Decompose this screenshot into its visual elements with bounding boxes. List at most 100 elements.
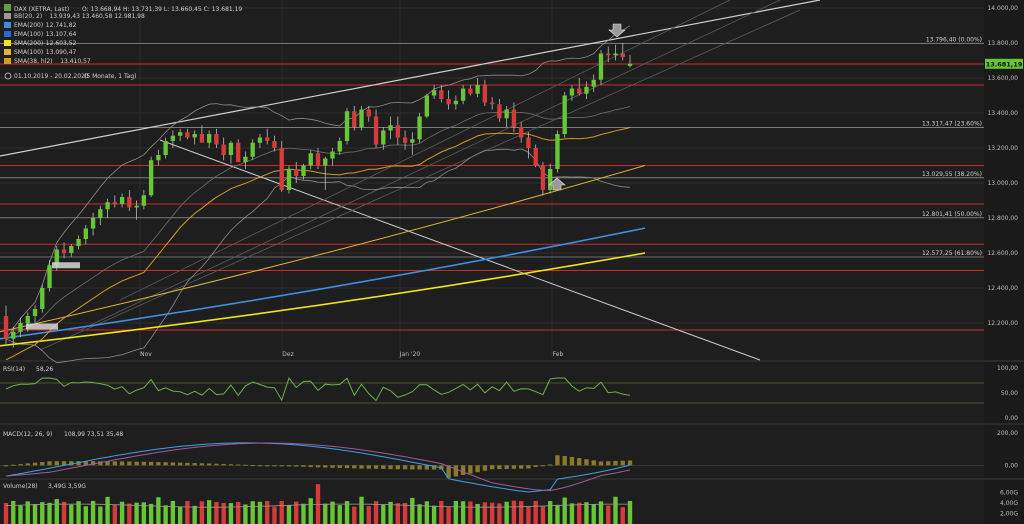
candle-body	[373, 116, 379, 145]
macd-histogram-bar	[627, 460, 633, 466]
volume-bar	[388, 501, 393, 524]
y-tick-label: 12.400,00	[987, 285, 1018, 292]
macd-histogram-bar	[308, 465, 313, 468]
candle-body	[127, 197, 132, 208]
candle-body	[598, 53, 604, 80]
candle-body	[243, 156, 248, 162]
macd-histogram-bar	[141, 461, 147, 466]
macd-histogram-bar	[18, 464, 23, 466]
volume-bar	[228, 503, 234, 524]
macd-histogram-bar	[344, 465, 350, 469]
candle	[598, 50, 604, 85]
candle-body	[511, 109, 517, 127]
candle	[424, 93, 430, 119]
candle-body	[352, 111, 357, 127]
y-tick-label: 12.800,00	[987, 215, 1018, 222]
candle	[359, 106, 364, 131]
candle	[279, 141, 284, 192]
volume-bar	[453, 500, 459, 524]
macd-histogram-bar	[540, 465, 546, 467]
candle-body	[584, 86, 589, 94]
volume-bar	[250, 501, 255, 524]
macd-values: 108,99 73,51 35,48	[64, 431, 123, 438]
volume-values: 3,49G 3,59G	[48, 483, 86, 490]
macd-histogram-bar	[250, 465, 255, 467]
macd-histogram-bar	[613, 460, 618, 466]
candle-body	[185, 132, 190, 138]
candle-body	[569, 88, 575, 96]
macd-histogram-bar	[410, 465, 415, 470]
macd-tick-label: 200,00	[997, 430, 1018, 437]
volume-bar	[460, 501, 466, 524]
macd-histogram-bar	[562, 456, 567, 466]
chart-type-icon	[4, 4, 11, 11]
last-price-tag: 13.681,19	[985, 58, 1023, 69]
volume-bar	[11, 500, 16, 524]
candle-body	[526, 137, 531, 148]
macd-histogram-bar	[206, 463, 212, 466]
x-tick-label: Feb	[553, 351, 564, 358]
candle	[40, 284, 45, 313]
macd-histogram-bar	[32, 462, 38, 466]
candle-body	[460, 88, 466, 101]
candle-body	[228, 142, 234, 155]
macd-histogram-bar	[185, 462, 190, 466]
candle-body	[431, 90, 437, 96]
macd-histogram-bar	[148, 461, 154, 466]
fib-level-label: 13.796,40 (0.00%)	[926, 37, 982, 44]
macd-histogram-bar	[11, 464, 16, 466]
candle-body	[11, 331, 16, 339]
macd-histogram-bar	[598, 461, 604, 466]
legend-value: 13.939,43 13.460,58 12.981,98	[49, 13, 145, 20]
volume-bar	[431, 505, 437, 524]
volume-bar	[61, 501, 67, 524]
volume-bar	[330, 501, 335, 524]
last-price-value: 13.681,19	[986, 60, 1023, 68]
candle-body	[105, 202, 110, 210]
volume-bar	[170, 500, 176, 524]
candle-body	[141, 195, 147, 206]
macd-title: MACD(12, 26, 9)	[3, 431, 52, 438]
candle-body	[221, 144, 226, 155]
candle-body	[308, 153, 313, 166]
candle-body	[214, 134, 219, 145]
volume-bar	[199, 501, 205, 524]
volume-bar	[562, 497, 567, 524]
fib-level-label: 12.801,41 (50.00%)	[922, 211, 982, 218]
volume-bar	[417, 504, 422, 524]
y-tick-label: 14.000,00	[987, 5, 1018, 12]
legend-swatch	[4, 40, 11, 46]
y-tick-label: 13.600,00	[987, 75, 1018, 82]
candle-body	[61, 249, 67, 253]
macd-histogram-bar	[373, 465, 379, 469]
candle	[148, 156, 154, 197]
candle-body	[395, 125, 400, 138]
candle-body	[69, 246, 74, 253]
candle-body	[555, 134, 560, 169]
legend-value: 13.107,64	[46, 31, 77, 38]
stock-chart[interactable]: 14.000,00 13.800,00 13.600,00 13.400,00 13.2…	[0, 0, 1024, 524]
macd-histogram-bar	[395, 465, 400, 470]
volume-bar	[577, 502, 582, 524]
macd-histogram-bar	[192, 463, 197, 466]
rsi-tick-label: 100,00	[997, 365, 1018, 372]
candle-body	[548, 169, 553, 190]
volume-bar	[548, 501, 553, 524]
macd-histogram-bar	[272, 465, 277, 467]
volume-bar	[105, 496, 110, 524]
volume-bar	[598, 501, 604, 524]
candle-body	[119, 197, 125, 204]
candle-body	[112, 202, 118, 204]
candle-body	[170, 135, 176, 141]
volume-bar	[584, 502, 589, 524]
candle-body	[206, 134, 212, 143]
macd-histogram-bar	[228, 464, 234, 466]
date-range-text: 01.10.2019 - 20.02.2020	[14, 73, 89, 80]
candle-body	[177, 132, 183, 136]
macd-histogram-bar	[352, 465, 357, 469]
candle-body	[424, 95, 430, 117]
volume-bar	[504, 501, 509, 524]
macd-histogram-bar	[402, 465, 408, 470]
macd-histogram-bar	[40, 462, 45, 466]
candle-body	[562, 95, 567, 134]
